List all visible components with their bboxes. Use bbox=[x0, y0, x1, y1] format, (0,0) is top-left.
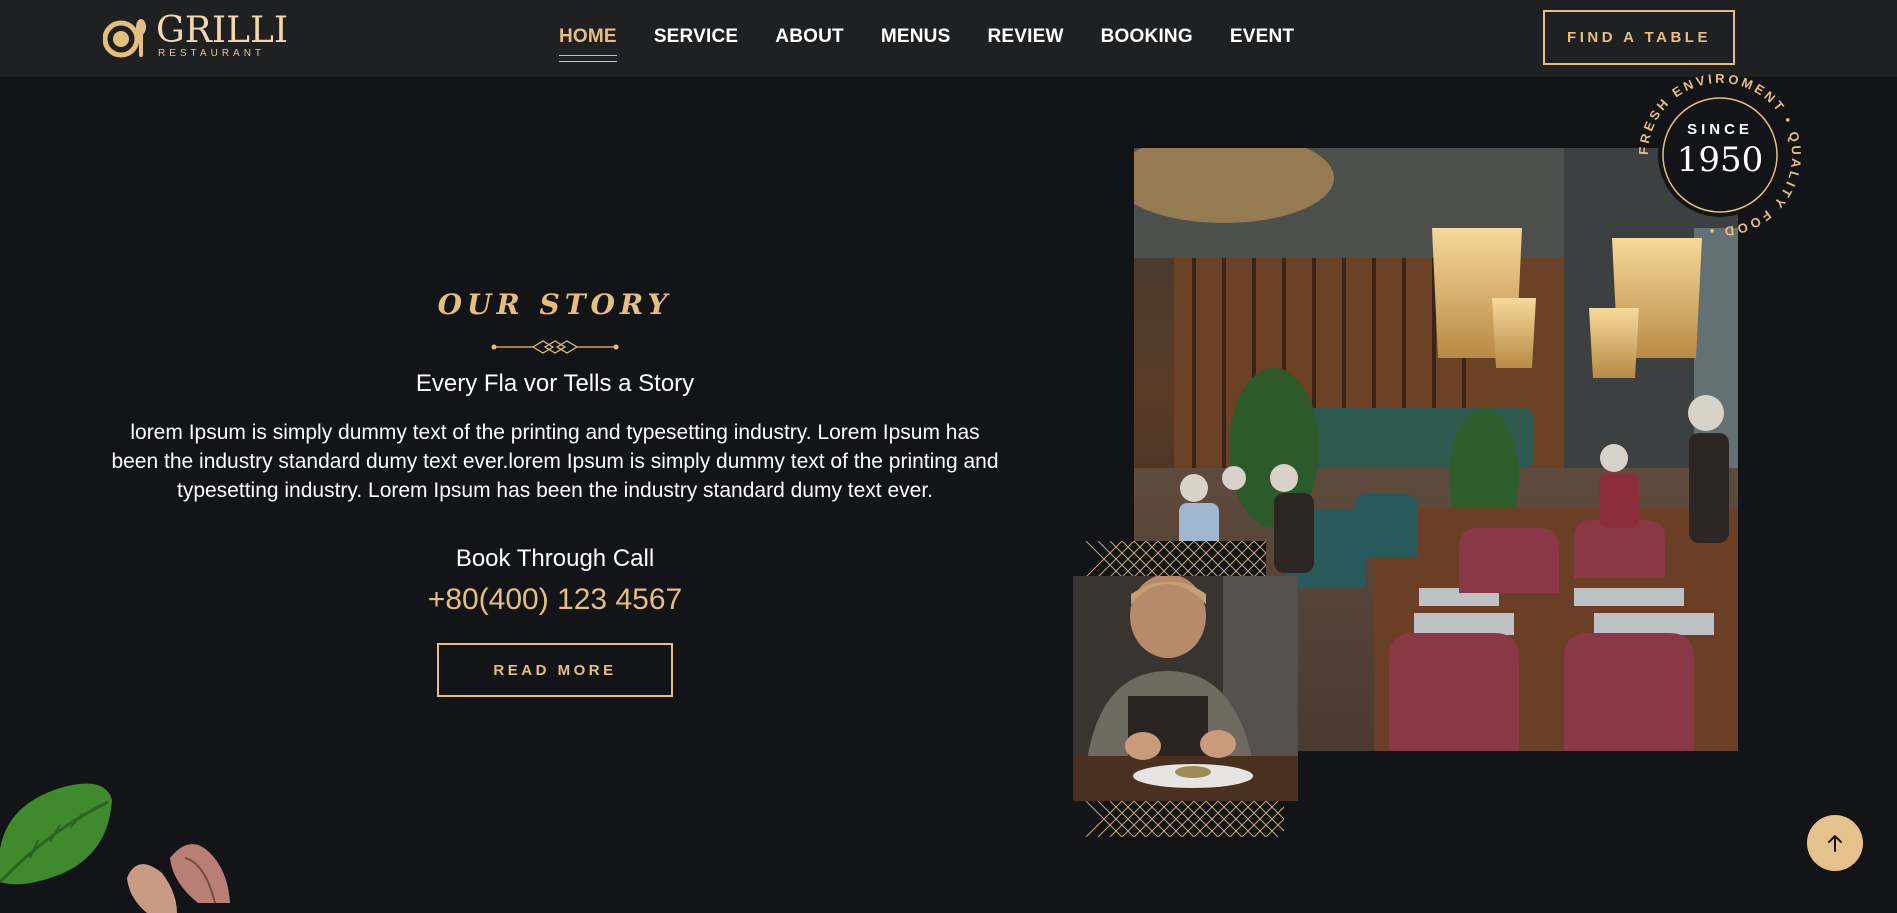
pattern-decoration-top bbox=[1086, 541, 1266, 577]
ornament-divider bbox=[491, 340, 619, 354]
badge-since-label: SINCE bbox=[1687, 121, 1753, 138]
brand-name: GRILLI bbox=[156, 10, 289, 51]
since-1950-badge: FRESH ENVIROMENT • QUALITY FOOD • SINCE … bbox=[1636, 71, 1801, 239]
nav-event[interactable]: EVENT bbox=[1230, 24, 1294, 54]
nav-home[interactable]: HOME bbox=[559, 24, 617, 62]
find-a-table-button[interactable]: FIND A TABLE bbox=[1543, 10, 1735, 65]
site-header: GRILLI RESTAURANT HOME SERVICE ABOUT MEN… bbox=[0, 0, 1897, 77]
brand-tagline: RESTAURANT bbox=[158, 48, 266, 59]
nav-review[interactable]: REVIEW bbox=[987, 24, 1063, 54]
garlic-cloves-decoration bbox=[127, 844, 230, 913]
chef-plating-image bbox=[1073, 576, 1298, 801]
section-eyebrow: OUR STORY bbox=[437, 288, 673, 321]
story-body: lorem Ipsum is simply dummy text of the … bbox=[111, 421, 999, 502]
brand-logo[interactable]: GRILLI RESTAURANT bbox=[103, 11, 288, 61]
phone-number[interactable]: +80(400) 123 4567 bbox=[100, 583, 1010, 617]
scroll-to-top-button[interactable] bbox=[1807, 815, 1863, 871]
pattern-decoration-bottom bbox=[1086, 801, 1284, 837]
read-more-button[interactable]: READ MORE bbox=[437, 643, 673, 697]
nav-about[interactable]: ABOUT bbox=[775, 24, 844, 54]
basil-leaf-decoration bbox=[0, 783, 112, 885]
our-story-section: OUR STORY Every Fla vor Tells a Story lo… bbox=[100, 280, 1010, 697]
badge-year: 1950 bbox=[1677, 140, 1764, 180]
nav-booking[interactable]: BOOKING bbox=[1101, 24, 1193, 54]
nav-menus[interactable]: MENUS bbox=[881, 24, 951, 54]
story-heading: Every Fla vor Tells a Story bbox=[415, 370, 695, 397]
arrow-up-icon bbox=[1828, 835, 1842, 852]
nav-service[interactable]: SERVICE bbox=[654, 24, 738, 54]
main-nav: HOME SERVICE ABOUT MENUS REVIEW BOOKING … bbox=[559, 24, 1331, 62]
call-label: Book Through Call bbox=[455, 545, 655, 572]
cloche-spoon-icon bbox=[103, 19, 146, 58]
